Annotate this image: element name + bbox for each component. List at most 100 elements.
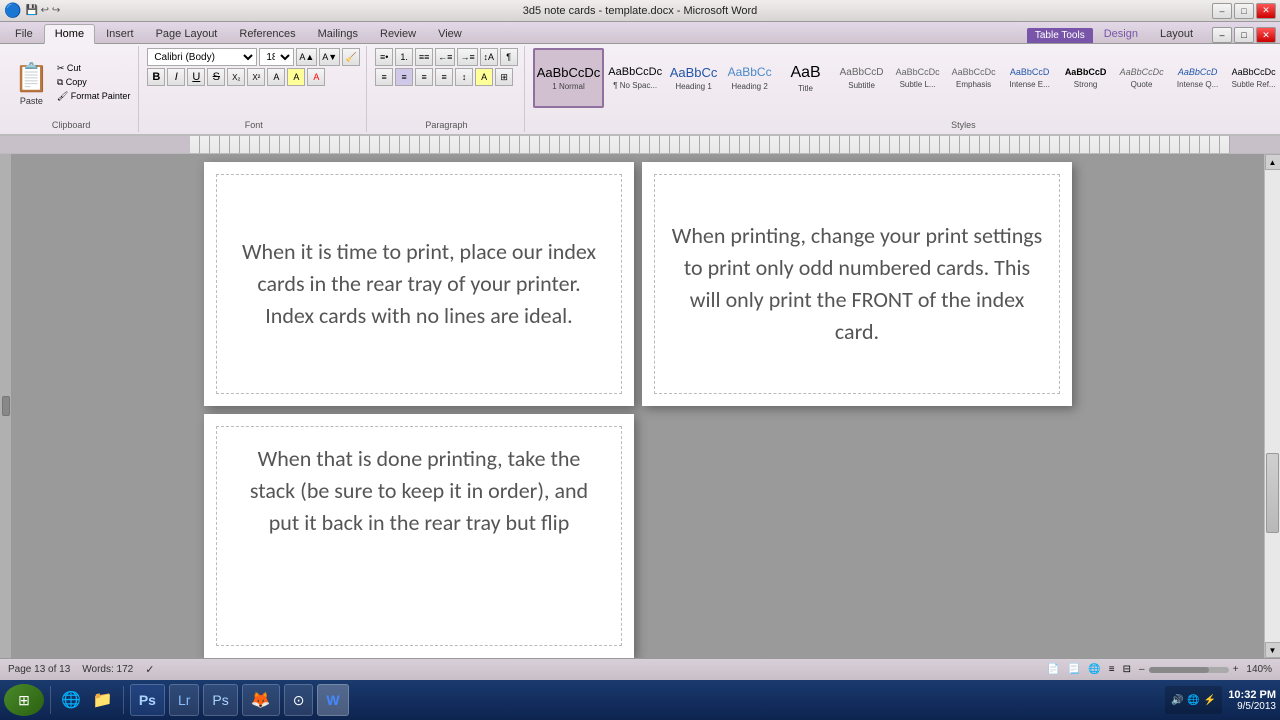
increase-indent-button[interactable]: →≡ [457, 48, 477, 66]
clear-format-button[interactable]: 🧹 [342, 48, 360, 66]
strikethrough-button[interactable]: S [207, 68, 225, 86]
taskbar-firefox[interactable]: 🦊 [242, 684, 280, 716]
style-subtle-em[interactable]: AaBbCcDc Subtle L... [890, 48, 945, 108]
zoom-plus[interactable]: + [1233, 664, 1239, 675]
align-right-button[interactable]: ≡ [415, 68, 433, 86]
format-painter-button[interactable]: 🖌 Format Painter [55, 90, 132, 103]
cut-button[interactable]: ✂ Cut [55, 62, 132, 75]
left-panel-handle[interactable] [2, 396, 10, 416]
style-quote[interactable]: AaBbCcDc Quote [1114, 48, 1169, 108]
status-right: 📄 📃 🌐 ≡ ⊟ – + 140% [1047, 664, 1272, 675]
copy-button[interactable]: ⧉ Copy [55, 76, 132, 89]
font-group: Calibri (Body) 18 A▲ A▼ 🧹 B I U S X₂ X² [141, 46, 367, 132]
style-no-spacing[interactable]: AaBbCcDc ¶ No Spac... [605, 48, 665, 108]
multilevel-button[interactable]: ≡≡ [415, 48, 433, 66]
style-normal[interactable]: AaBbCcDc 1 Normal [533, 48, 605, 108]
font-color-button[interactable]: A [307, 68, 325, 86]
align-center-button[interactable]: ≡ [395, 68, 413, 86]
zoom-minus[interactable]: – [1139, 664, 1145, 675]
tab-mailings[interactable]: Mailings [307, 23, 369, 43]
taskbar-word[interactable]: W [317, 684, 348, 716]
style-heading1[interactable]: AaBbCc Heading 1 [666, 48, 721, 108]
ribbon-tabs-row: File Home Insert Page Layout References … [0, 22, 1280, 44]
highlight-button[interactable]: A [287, 68, 305, 86]
tab-file[interactable]: File [4, 23, 44, 43]
tab-design[interactable]: Design [1093, 23, 1149, 43]
paste-button[interactable]: 📋 [10, 59, 53, 96]
view-web-button[interactable]: 🌐 [1088, 664, 1100, 675]
scroll-down-button[interactable]: ▼ [1265, 642, 1280, 658]
card-inner-1: When it is time to print, place our inde… [216, 174, 622, 394]
styles-content: AaBbCcDc 1 Normal AaBbCcDc ¶ No Spac... … [533, 48, 1280, 116]
tray-icon-1: 🔊 [1171, 695, 1183, 706]
taskbar-ps[interactable]: Ps [130, 684, 165, 716]
tab-references[interactable]: References [228, 23, 306, 43]
bullets-button[interactable]: ≡• [375, 48, 393, 66]
zoom-slider[interactable] [1149, 667, 1229, 673]
title-bar: 🔵 💾 ↩ ↪ 3d5 note cards - template.docx -… [0, 0, 1280, 22]
font-name-select[interactable]: Calibri (Body) [147, 48, 257, 66]
taskbar-chrome[interactable]: ⊙ [284, 684, 314, 716]
font-label: Font [245, 118, 263, 130]
card-page-2: When printing, change your print setting… [642, 162, 1072, 406]
align-left-button[interactable]: ≡ [375, 68, 393, 86]
ribbon-minimize[interactable]: – [1212, 27, 1232, 43]
taskbar-explorer[interactable]: 📁 [89, 684, 117, 716]
numbering-button[interactable]: 1. [395, 48, 413, 66]
scroll-thumb[interactable] [1266, 453, 1279, 533]
tab-insert[interactable]: Insert [95, 23, 145, 43]
tab-home[interactable]: Home [44, 24, 95, 44]
style-title[interactable]: AaB Title [778, 48, 833, 108]
styles-label: Styles [951, 118, 976, 130]
ribbon-close[interactable]: ✕ [1256, 27, 1276, 43]
close-button[interactable]: ✕ [1256, 3, 1276, 19]
view-print-button[interactable]: 📄 [1047, 664, 1059, 675]
borders-button[interactable]: ⊞ [495, 68, 513, 86]
style-subtle-ref[interactable]: AaBbCcDc Subtle Ref... [1226, 48, 1280, 108]
style-heading2[interactable]: AaBbCc Heading 2 [722, 48, 777, 108]
clock[interactable]: 10:32 PM 9/5/2013 [1228, 689, 1276, 712]
line-spacing-button[interactable]: ↕ [455, 68, 473, 86]
shrink-font-button[interactable]: A▼ [319, 48, 340, 66]
shading-button[interactable]: A [475, 68, 493, 86]
view-outline-button[interactable]: ≡ [1109, 664, 1115, 675]
tab-view[interactable]: View [427, 23, 473, 43]
style-subtitle[interactable]: AaBbCcD Subtitle [834, 48, 889, 108]
word-icon: 🔵 [4, 2, 21, 19]
decrease-indent-button[interactable]: ←≡ [435, 48, 455, 66]
document-area: When it is time to print, place our inde… [12, 154, 1264, 658]
style-intense-q[interactable]: AaBbCcD Intense Q... [1170, 48, 1225, 108]
superscript-button[interactable]: X² [247, 68, 265, 86]
view-full-button[interactable]: 📃 [1068, 664, 1080, 675]
taskbar-ie[interactable]: 🌐 [57, 684, 85, 716]
window-ribbon-controls: – □ ✕ [1212, 27, 1276, 43]
subscript-button[interactable]: X₂ [227, 68, 245, 86]
ribbon: 📋 Paste ✂ Cut ⧉ Copy 🖌 Format Painter Cl… [0, 44, 1280, 136]
left-panel [0, 154, 12, 658]
tab-review[interactable]: Review [369, 23, 427, 43]
style-strong[interactable]: AaBbCcD Strong [1058, 48, 1113, 108]
view-draft-button[interactable]: ⊟ [1123, 664, 1131, 675]
bold-button[interactable]: B [147, 68, 165, 86]
style-intense-em[interactable]: AaBbCcD Intense E... [1002, 48, 1057, 108]
word-count: Words: 172 [82, 664, 133, 675]
scroll-up-button[interactable]: ▲ [1265, 154, 1280, 170]
taskbar-lr[interactable]: Lr [169, 684, 199, 716]
taskbar-ps2[interactable]: Ps [203, 684, 237, 716]
tab-page-layout[interactable]: Page Layout [145, 23, 229, 43]
style-emphasis[interactable]: AaBbCcDc Emphasis [946, 48, 1001, 108]
text-effects-button[interactable]: A [267, 68, 285, 86]
justify-button[interactable]: ≡ [435, 68, 453, 86]
italic-button[interactable]: I [167, 68, 185, 86]
show-hide-button[interactable]: ¶ [500, 48, 518, 66]
font-size-select[interactable]: 18 [259, 48, 294, 66]
grow-font-button[interactable]: A▲ [296, 48, 317, 66]
maximize-button[interactable]: □ [1234, 3, 1254, 19]
ribbon-restore[interactable]: □ [1234, 27, 1254, 43]
tab-layout[interactable]: Layout [1149, 23, 1204, 43]
underline-button[interactable]: U [187, 68, 205, 86]
start-button[interactable]: ⊞ [4, 684, 44, 716]
sort-button[interactable]: ↕A [480, 48, 498, 66]
scroll-track[interactable] [1265, 170, 1280, 642]
minimize-button[interactable]: – [1212, 3, 1232, 19]
